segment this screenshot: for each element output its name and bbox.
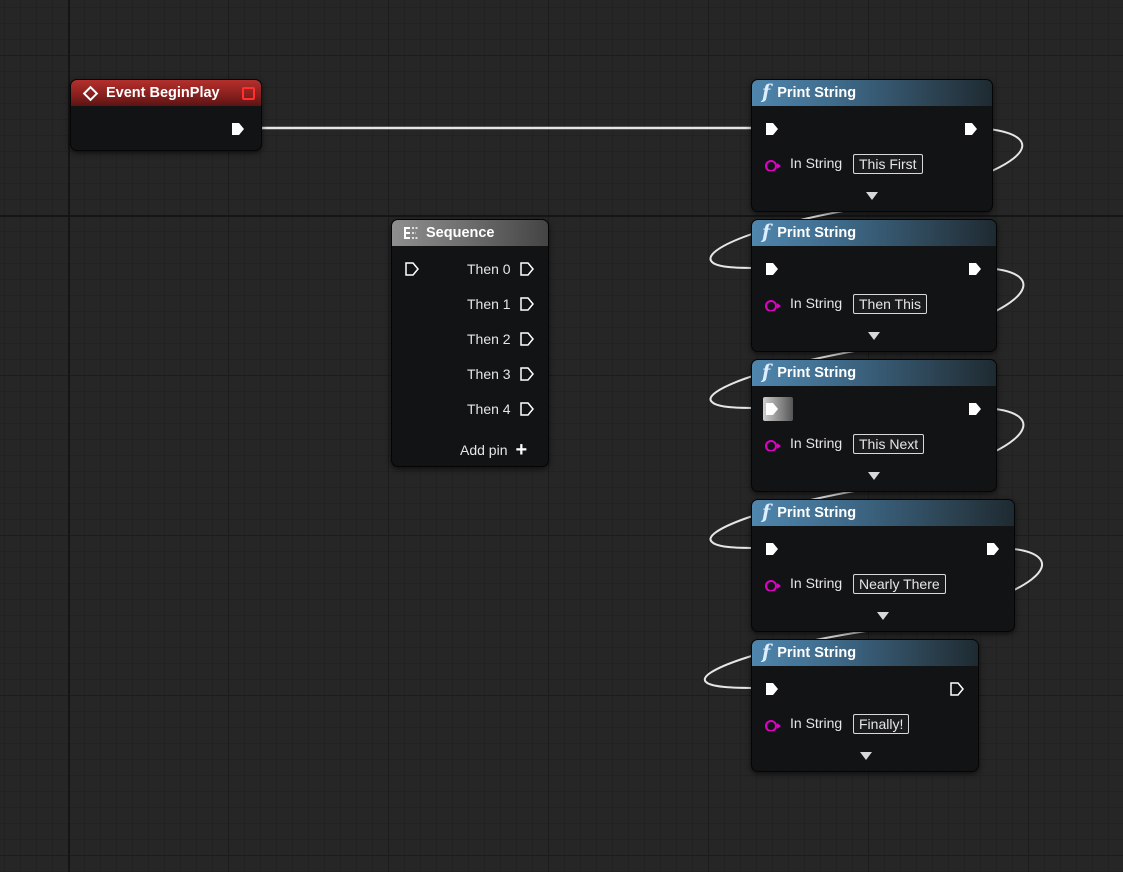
exec-output-pin[interactable] bbox=[231, 122, 245, 136]
expand-arrow-icon[interactable] bbox=[866, 192, 878, 200]
function-icon: f bbox=[762, 641, 771, 663]
print-string-title: Print String bbox=[777, 365, 857, 381]
in-string-label: In String bbox=[790, 435, 843, 451]
then-2-pin[interactable] bbox=[520, 332, 534, 346]
expand-arrow-icon[interactable] bbox=[868, 472, 880, 480]
event-node-header[interactable]: Event BeginPlay bbox=[71, 80, 261, 106]
string-pin-icon[interactable] bbox=[765, 159, 781, 171]
print-string-header[interactable]: f Print String bbox=[752, 220, 996, 246]
in-string-field[interactable]: Finally! bbox=[853, 714, 910, 734]
in-string-label: In String bbox=[790, 155, 843, 171]
string-pin-icon[interactable] bbox=[765, 439, 781, 451]
print-string-node-1[interactable]: f Print String In String This First bbox=[751, 79, 993, 212]
print-string-title: Print String bbox=[777, 225, 857, 241]
exec-input-pin[interactable] bbox=[765, 122, 779, 136]
exec-input-pin[interactable] bbox=[765, 402, 779, 416]
print-string-title: Print String bbox=[777, 505, 857, 521]
event-node-title: Event BeginPlay bbox=[106, 85, 220, 101]
exec-input-pin[interactable] bbox=[765, 542, 779, 556]
function-icon: f bbox=[762, 221, 771, 243]
string-pin-icon[interactable] bbox=[765, 719, 781, 731]
sequence-node-header[interactable]: Sequence bbox=[392, 220, 548, 246]
sequence-node-title: Sequence bbox=[426, 225, 495, 241]
then-4-label: Then 4 bbox=[467, 401, 511, 417]
then-3-pin[interactable] bbox=[520, 367, 534, 381]
print-string-header[interactable]: f Print String bbox=[752, 500, 1014, 526]
exec-output-pin[interactable] bbox=[968, 262, 982, 276]
string-pin-icon[interactable] bbox=[765, 579, 781, 591]
print-string-node-5[interactable]: f Print String In String Finally! bbox=[751, 639, 979, 772]
sequence-node[interactable]: Sequence Then 0 Then 1 Then 2 Then 3 The… bbox=[391, 219, 549, 467]
string-pin-icon[interactable] bbox=[765, 299, 781, 311]
exec-output-pin[interactable] bbox=[950, 682, 964, 696]
add-pin-button[interactable]: Add pin + bbox=[460, 439, 528, 461]
exec-output-pin[interactable] bbox=[986, 542, 1000, 556]
exec-output-pin[interactable] bbox=[964, 122, 978, 136]
in-string-field[interactable]: Then This bbox=[853, 294, 927, 314]
print-string-node-4[interactable]: f Print String In String Nearly There bbox=[751, 499, 1015, 632]
print-string-title: Print String bbox=[777, 85, 857, 101]
in-string-label: In String bbox=[790, 575, 843, 591]
print-string-title: Print String bbox=[777, 645, 857, 661]
event-diamond-icon bbox=[82, 85, 99, 101]
sequence-icon bbox=[404, 227, 418, 239]
add-pin-label: Add pin bbox=[460, 442, 508, 458]
then-2-label: Then 2 bbox=[467, 331, 511, 347]
print-string-header[interactable]: f Print String bbox=[752, 640, 978, 666]
then-3-label: Then 3 bbox=[467, 366, 511, 382]
expand-arrow-icon[interactable] bbox=[860, 752, 872, 760]
then-4-pin[interactable] bbox=[520, 402, 534, 416]
print-string-header[interactable]: f Print String bbox=[752, 80, 992, 106]
print-string-header[interactable]: f Print String bbox=[752, 360, 996, 386]
exec-output-pin[interactable] bbox=[968, 402, 982, 416]
in-string-label: In String bbox=[790, 295, 843, 311]
then-0-label: Then 0 bbox=[467, 261, 511, 277]
exec-input-pin[interactable] bbox=[765, 682, 779, 696]
then-1-label: Then 1 bbox=[467, 296, 511, 312]
in-string-field[interactable]: This First bbox=[853, 154, 923, 174]
exec-input-pin[interactable] bbox=[405, 262, 419, 276]
in-string-field[interactable]: This Next bbox=[853, 434, 925, 454]
function-icon: f bbox=[762, 81, 771, 103]
function-icon: f bbox=[762, 501, 771, 523]
in-string-field[interactable]: Nearly There bbox=[853, 574, 946, 594]
then-0-pin[interactable] bbox=[520, 262, 534, 276]
expand-arrow-icon[interactable] bbox=[868, 332, 880, 340]
exec-input-pin[interactable] bbox=[765, 262, 779, 276]
print-string-node-2[interactable]: f Print String In String Then This bbox=[751, 219, 997, 352]
event-delegate-pin[interactable] bbox=[242, 87, 255, 100]
event-beginplay-node[interactable]: Event BeginPlay bbox=[70, 79, 262, 151]
expand-arrow-icon[interactable] bbox=[877, 612, 889, 620]
in-string-label: In String bbox=[790, 715, 843, 731]
then-1-pin[interactable] bbox=[520, 297, 534, 311]
plus-icon: + bbox=[515, 439, 528, 461]
print-string-node-3[interactable]: f Print String In String This Next bbox=[751, 359, 997, 492]
function-icon: f bbox=[762, 361, 771, 383]
